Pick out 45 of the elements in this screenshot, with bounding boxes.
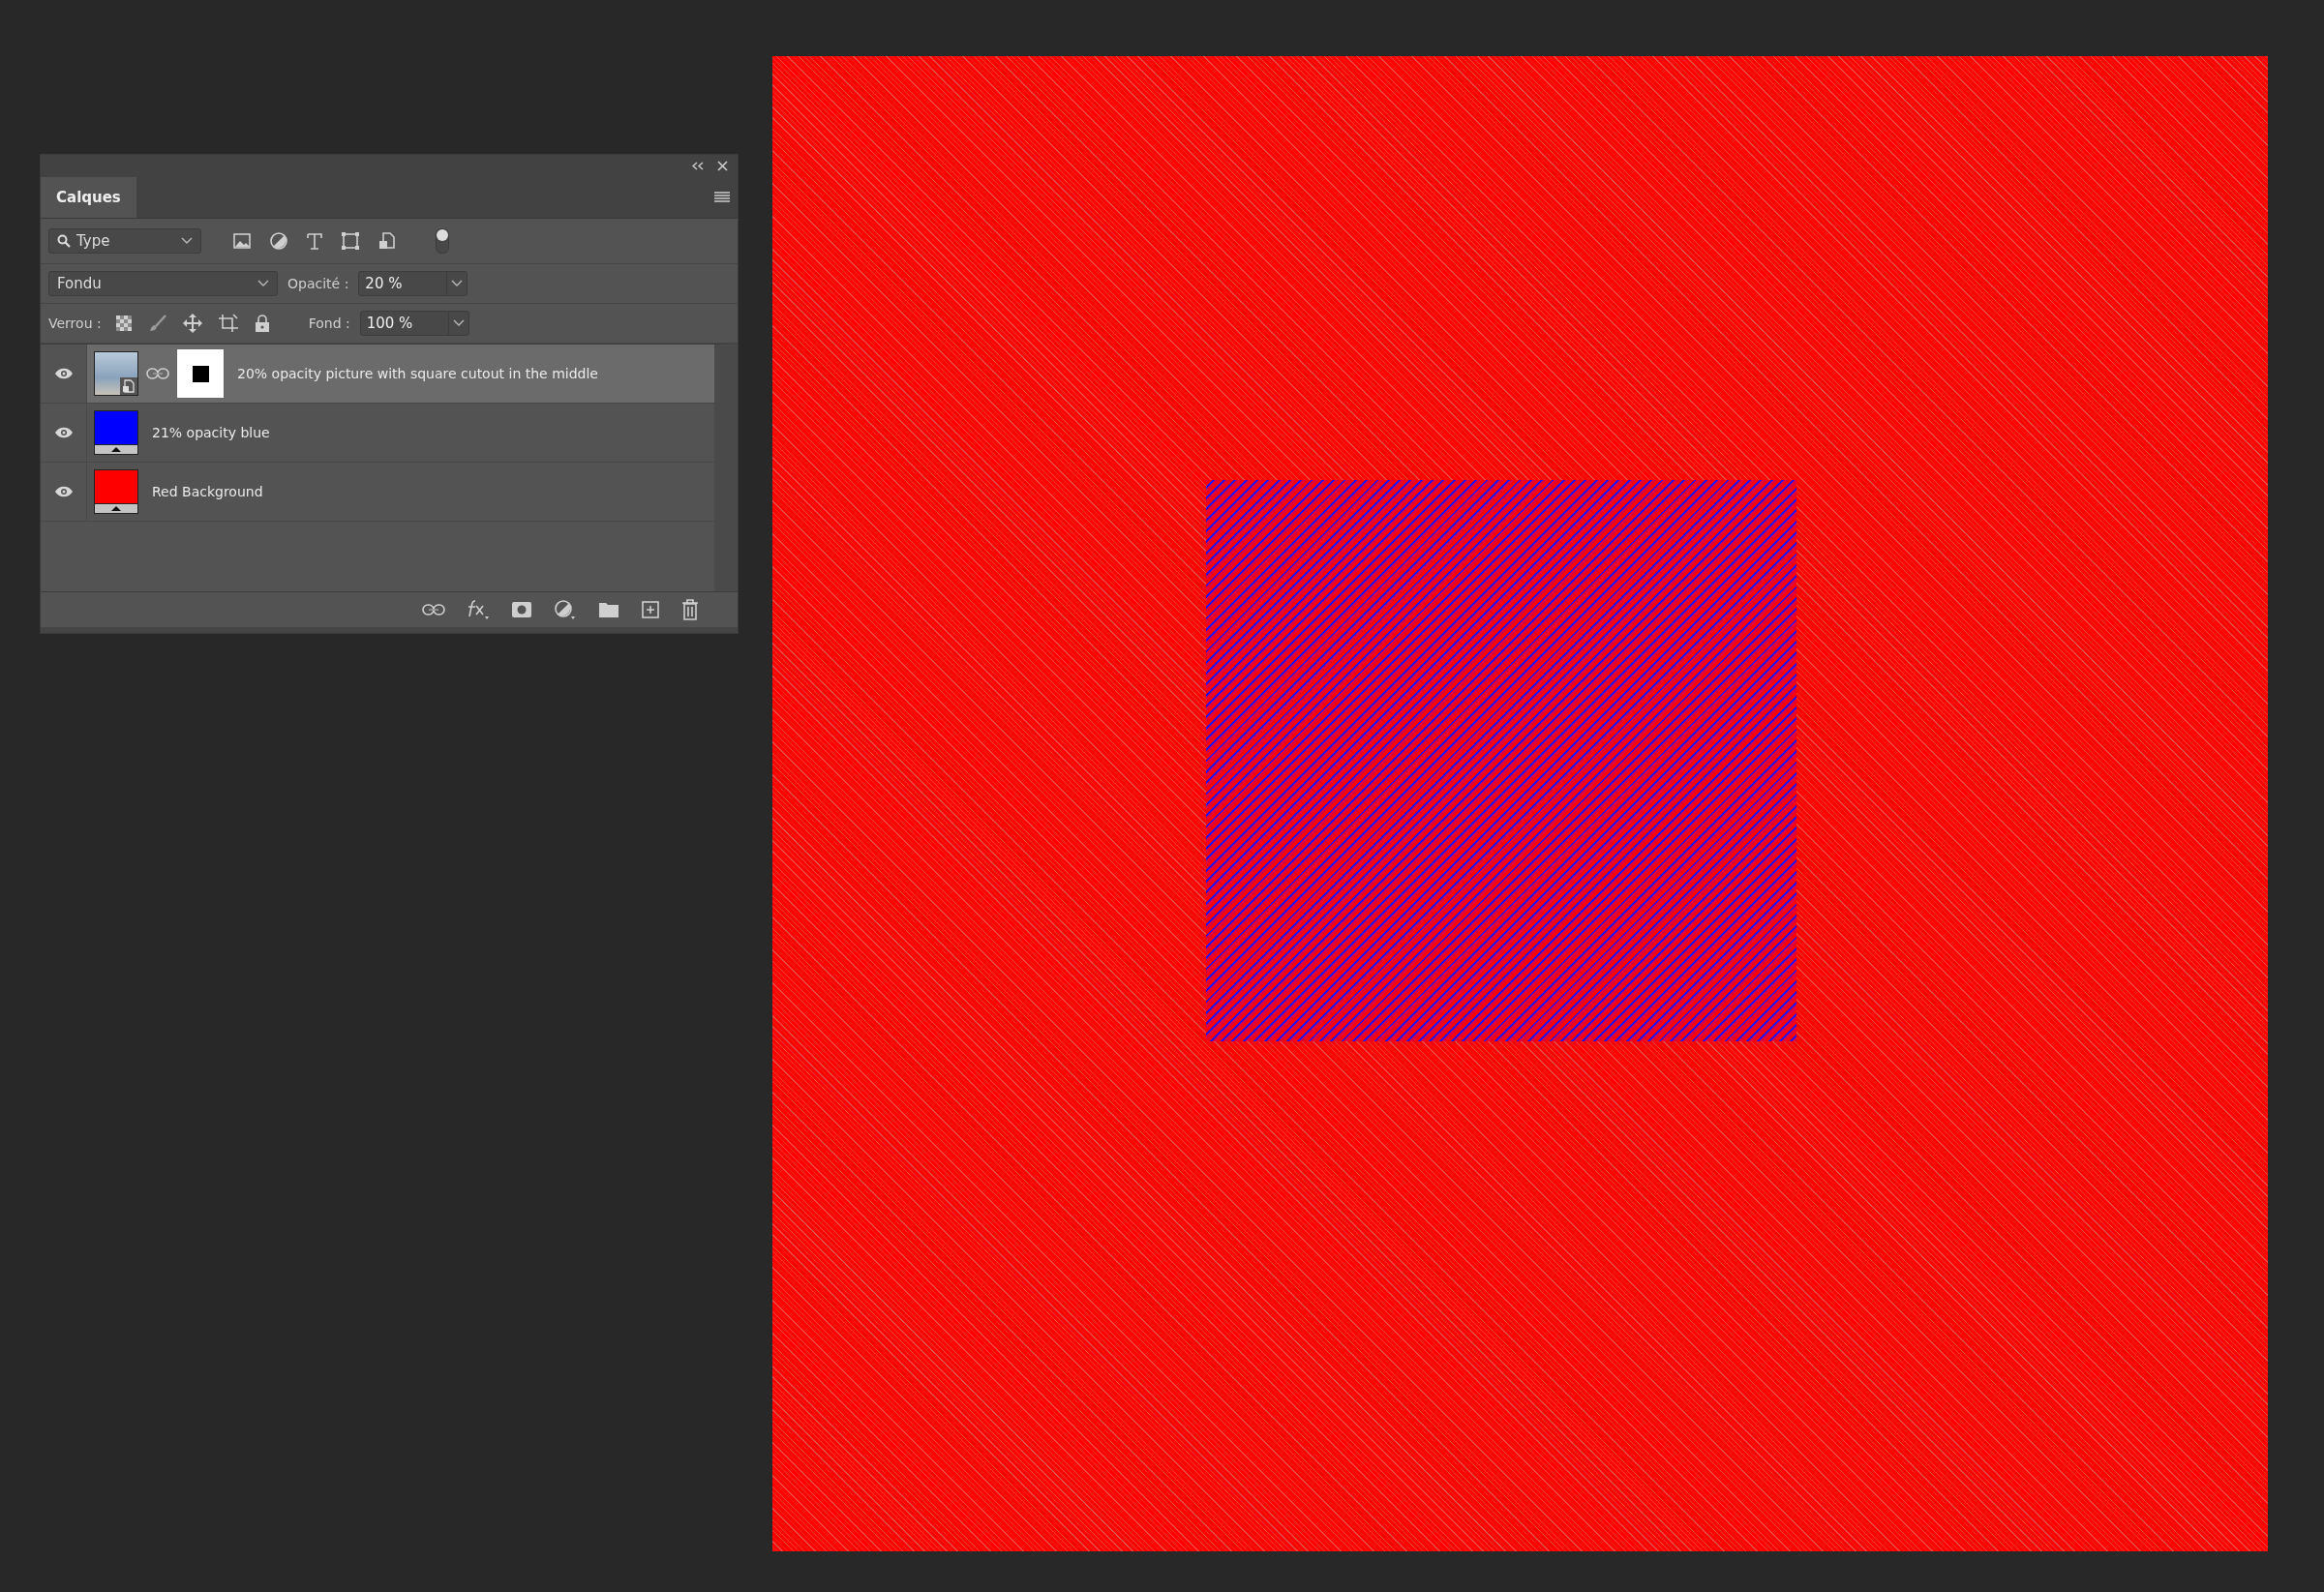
- search-icon: [57, 234, 71, 248]
- checkerboard-icon[interactable]: [114, 315, 133, 332]
- eye-icon[interactable]: [53, 426, 74, 439]
- fill-slider-drawing: [95, 503, 137, 513]
- filter-dropdown[interactable]: Type: [48, 228, 201, 254]
- fill-slider-drawing: [95, 444, 137, 454]
- mask-thumbnail: [177, 349, 224, 398]
- half-circle-icon[interactable]: [554, 599, 577, 620]
- eye-icon[interactable]: [53, 367, 74, 380]
- mask-icon[interactable]: [511, 601, 532, 618]
- menu-icon[interactable]: [714, 192, 730, 203]
- chevron-down-icon: [452, 319, 465, 327]
- add-icon[interactable]: [641, 600, 660, 619]
- filter-toggle[interactable]: [436, 228, 449, 254]
- chevron-down-icon: [257, 280, 269, 287]
- trash-icon[interactable]: [681, 599, 699, 620]
- crop-frame-icon[interactable]: [217, 314, 239, 333]
- folder-icon[interactable]: [598, 601, 619, 618]
- lock-icon[interactable]: [254, 314, 270, 333]
- transform-box-icon[interactable]: [341, 231, 360, 251]
- lock-label: Verrou :: [48, 315, 102, 331]
- document-icon[interactable]: [377, 231, 397, 251]
- layer-row[interactable]: 21% opacity blue: [41, 404, 714, 463]
- chevron-down-icon: [181, 237, 193, 245]
- opacity-label: Opacité :: [287, 276, 349, 291]
- smart-object-badge-icon: [120, 377, 137, 395]
- link-layers-icon[interactable]: [422, 602, 445, 617]
- layer-name: 20% opacity picture with square cutout in the middle: [237, 366, 598, 381]
- move-arrows-icon[interactable]: [182, 314, 202, 333]
- collapse-icon[interactable]: [692, 162, 704, 170]
- chevron-down-icon: [451, 280, 464, 287]
- layer-row[interactable]: Red Background: [41, 463, 714, 522]
- image-icon[interactable]: [232, 232, 252, 250]
- brush-icon[interactable]: [147, 314, 167, 333]
- blend-mode-dropdown[interactable]: Fondu: [48, 271, 278, 296]
- half-circle-icon[interactable]: [269, 231, 288, 251]
- chain-link-icon[interactable]: [146, 366, 169, 381]
- close-icon[interactable]: [717, 161, 728, 171]
- fill-label: Fond :: [308, 315, 350, 331]
- fx-icon[interactable]: [467, 599, 490, 620]
- layer-name: 21% opacity blue: [152, 425, 270, 440]
- eye-icon[interactable]: [53, 485, 74, 498]
- text-icon[interactable]: [306, 231, 323, 251]
- panel-tab[interactable]: Calques: [41, 177, 136, 218]
- layer-name: Red Background: [152, 484, 263, 499]
